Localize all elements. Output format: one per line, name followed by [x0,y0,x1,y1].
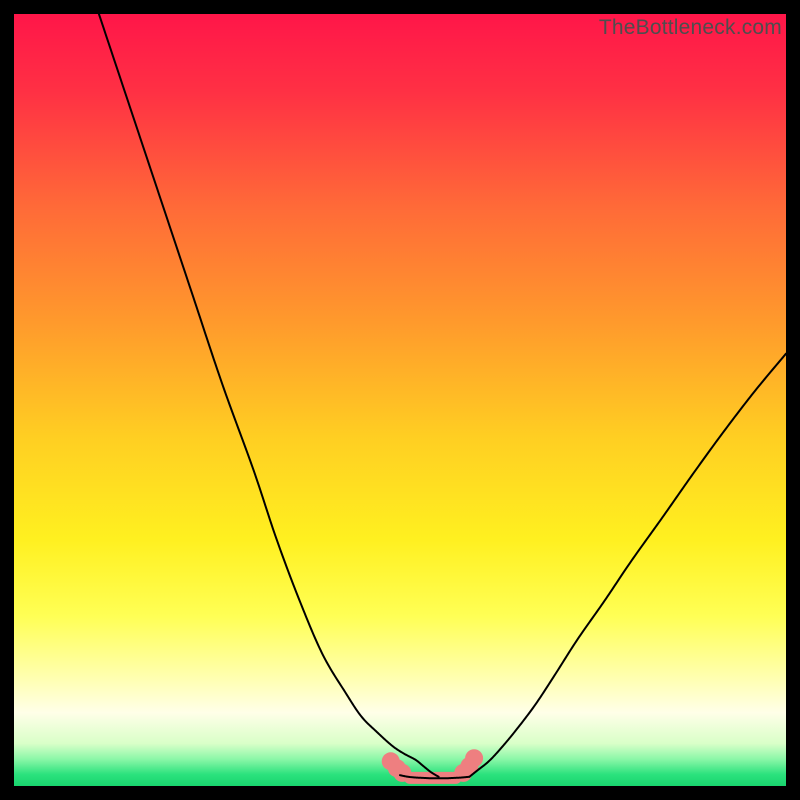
chart-frame [14,14,786,786]
watermark-text: TheBottleneck.com [599,16,782,40]
valley-marker [393,764,411,782]
gradient-background [14,14,786,786]
chart-canvas [14,14,786,786]
valley-marker [465,749,483,767]
